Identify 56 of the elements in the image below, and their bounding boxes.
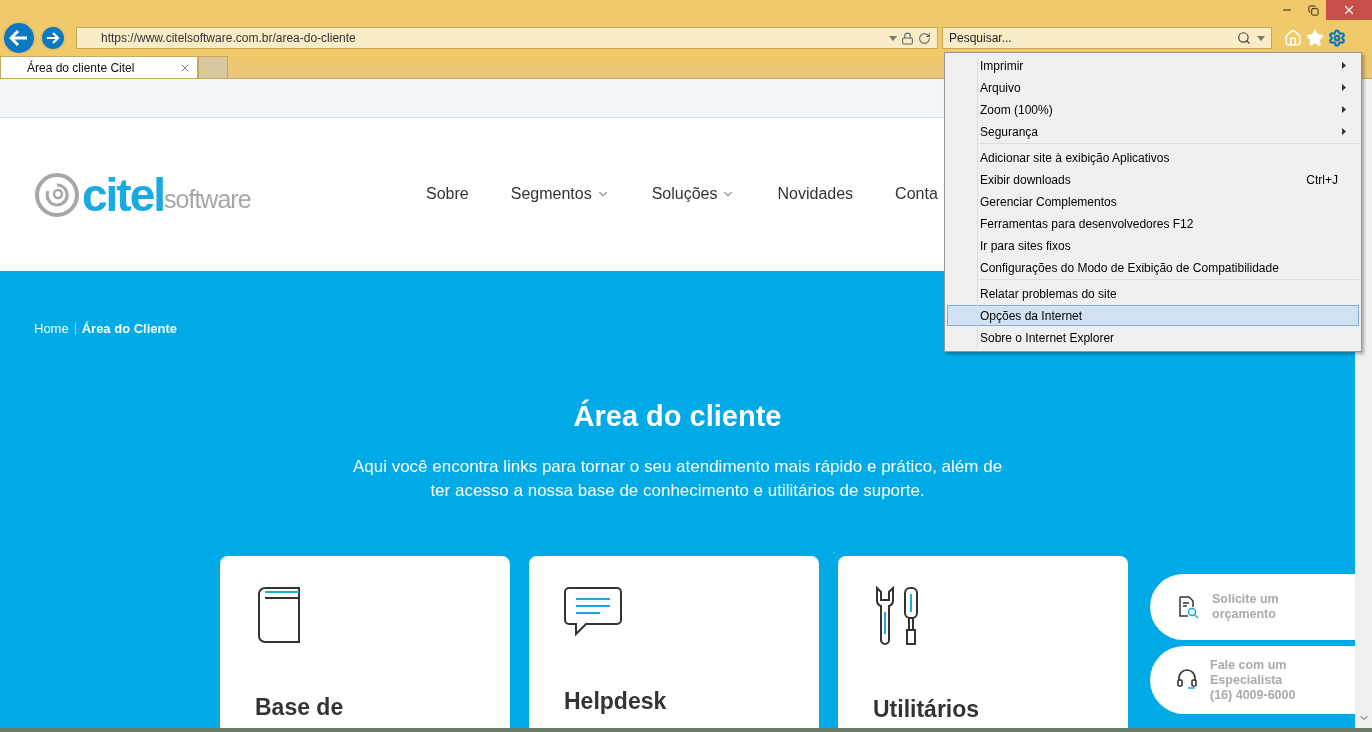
dropdown-caret-icon[interactable] <box>1257 35 1265 41</box>
menu-item[interactable]: Zoom (100%) <box>947 99 1359 120</box>
document-search-icon <box>1176 595 1200 619</box>
menu-item[interactable]: Configurações do Modo de Exibição de Compatibilidade <box>947 257 1359 278</box>
menu-item[interactable]: Imprimir <box>947 55 1359 76</box>
back-button[interactable] <box>2 21 36 55</box>
nav-link[interactable]: Soluções <box>651 184 736 203</box>
forward-button[interactable] <box>40 25 66 51</box>
submenu-arrow-icon <box>1342 62 1346 69</box>
arrow-left-icon <box>9 29 29 47</box>
menu-item[interactable]: Sobre o Internet Explorer <box>947 327 1359 348</box>
submenu-arrow-icon <box>1342 128 1346 135</box>
refresh-icon[interactable] <box>918 31 931 45</box>
menu-item[interactable]: Gerenciar Complementos <box>947 191 1359 212</box>
nav-link[interactable]: Segmentos <box>510 184 610 203</box>
submenu-arrow-icon <box>1342 106 1346 113</box>
swirl-logo-icon <box>34 171 80 218</box>
search-icon[interactable] <box>1237 31 1251 45</box>
shortcut-label: Ctrl+J <box>1306 172 1338 187</box>
nav-link[interactable]: Sobre <box>426 184 469 203</box>
nav-link[interactable]: Novidades <box>777 184 854 203</box>
address-bar[interactable]: https://www.citelsoftware.com.br/area-do-cliente <box>76 27 938 49</box>
close-button[interactable] <box>1326 0 1372 20</box>
menu-item[interactable]: Opções da Internet <box>947 305 1359 326</box>
close-icon <box>1342 3 1356 17</box>
link-card[interactable]: Utilitários <box>838 556 1128 728</box>
book-icon <box>255 586 301 644</box>
card-title: Helpdesk <box>564 688 668 715</box>
phone-number: (16) 4009-6000 <box>1210 687 1296 702</box>
card-title: Utilitários <box>873 696 981 723</box>
arrow-right-icon <box>46 32 60 44</box>
menu-item[interactable]: Ferramentas para desenvolvedores F12 <box>947 213 1359 234</box>
menu-item[interactable]: Adicionar site à exibição Aplicativos <box>947 147 1359 168</box>
page-title: Área do cliente <box>573 400 782 433</box>
lock-icon <box>901 31 914 45</box>
link-card[interactable]: Helpdesk <box>529 556 819 728</box>
submenu-arrow-icon <box>1342 84 1346 91</box>
settings-icon[interactable] <box>1328 29 1346 47</box>
link-card[interactable]: Base de <box>220 556 510 728</box>
menu-item[interactable]: Arquivo <box>947 77 1359 98</box>
headset-icon <box>1176 668 1198 692</box>
intro-text: Aqui você encontra links para tornar o seu atendimento mais rápido e prático, além de ter acesso a nossa base de conhecimento e utilitários de suporte. <box>351 456 1004 502</box>
menu-item[interactable]: Ir para sites fixos <box>947 235 1359 256</box>
restore-icon <box>1307 4 1319 16</box>
chat-bubble-icon <box>564 586 622 638</box>
menu-item[interactable]: Relatar problemas do site <box>947 283 1359 304</box>
browser-tab[interactable]: Área do cliente Citel <box>0 56 198 78</box>
menu-item[interactable]: Exibir downloads Ctrl+J <box>947 169 1359 190</box>
card-title: Base de <box>255 694 345 721</box>
logo-wordmark: citel <box>82 167 165 222</box>
logo-subtitle: software <box>164 185 251 214</box>
nav-link[interactable]: Conta <box>895 184 938 203</box>
menu-item[interactable]: Segurança <box>947 121 1359 142</box>
search-field[interactable]: Pesquisar... <box>942 27 1272 49</box>
dropdown-caret-icon[interactable] <box>889 35 897 41</box>
favorites-star-icon[interactable] <box>1306 29 1324 47</box>
